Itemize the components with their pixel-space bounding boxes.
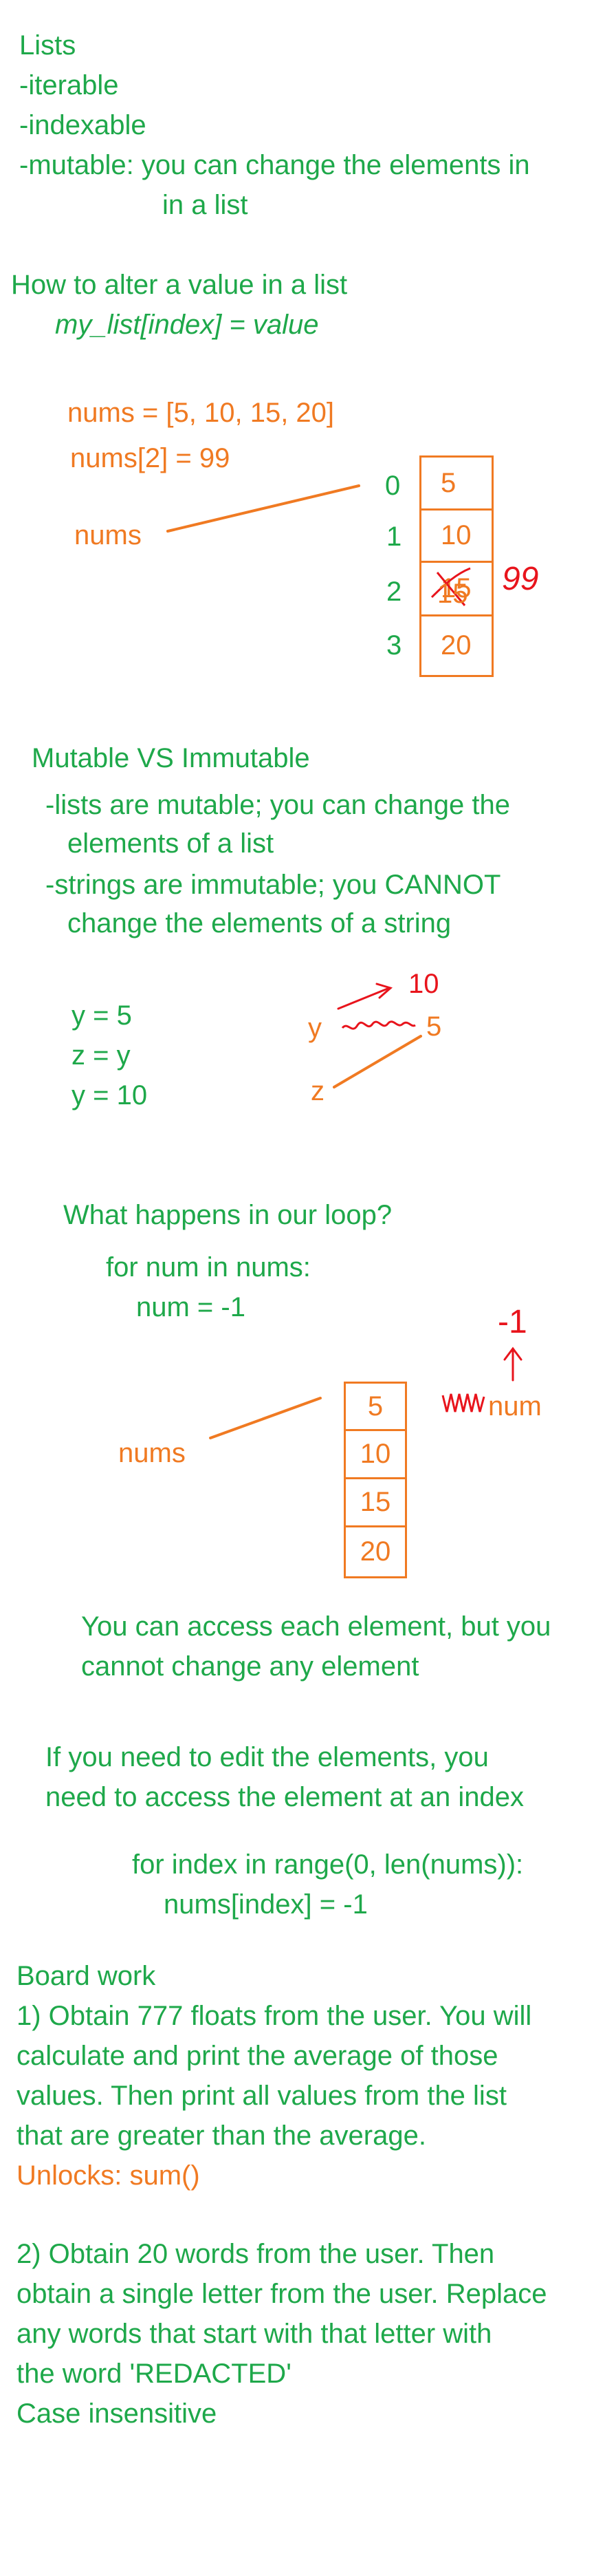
nums-pointer-line [166, 484, 360, 533]
loop-num-label: num [488, 1391, 542, 1421]
value-5-label: 5 [426, 1011, 442, 1042]
index-1: 1 [386, 522, 402, 552]
var-y-label: y [308, 1013, 322, 1043]
loop-cell-1: 10 [344, 1431, 407, 1479]
mutable-line1-cont: elements of a list [67, 828, 274, 859]
assign-line3: y = 10 [72, 1080, 148, 1110]
mutable-line2: -strings are immutable; you CANNOT [45, 870, 501, 900]
board-p1-line1: 1) Obtain 777 floats from the user. You … [16, 2001, 532, 2031]
loop-cell-0: 5 [344, 1382, 407, 1431]
alter-heading: How to alter a value in a list [11, 270, 348, 300]
access-line2: cannot change any element [81, 1651, 419, 1682]
board-p2-line4: the word 'REDACTED' [16, 2359, 292, 2389]
edit-line1: If you need to edit the elements, you [45, 1742, 489, 1772]
y-to-10-arrowhead [375, 983, 393, 999]
edit-code-line1: for index in range(0, len(nums)): [132, 1849, 524, 1880]
nums-variable-label: nums [74, 520, 142, 550]
alter-code-line1: nums = [5, 10, 15, 20] [67, 398, 335, 428]
index-0: 0 [385, 471, 401, 501]
assign-line2: z = y [72, 1040, 131, 1071]
board-p2-line5: Case insensitive [16, 2398, 217, 2429]
handwritten-neg1: -1 [498, 1304, 527, 1340]
mutable-heading: Mutable VS Immutable [32, 743, 310, 773]
mutable-line2-cont: change the elements of a string [67, 908, 452, 938]
bullet-indexable: -indexable [19, 110, 146, 140]
alter-code-line2: nums[2] = 99 [70, 443, 230, 473]
var-z-label: z [311, 1076, 324, 1106]
board-heading: Board work [16, 1961, 156, 1991]
assign-line1: y = 5 [72, 1000, 132, 1031]
bullet-iterable: -iterable [19, 70, 119, 100]
board-p2-line1: 2) Obtain 20 words from the user. Then [16, 2239, 495, 2269]
z-pointer-line [333, 1035, 422, 1088]
mutable-line1: -lists are mutable; you can change the [45, 790, 510, 820]
list-cell-3: 20 [419, 616, 494, 677]
board-p1-line2: calculate and print the average of those [16, 2041, 498, 2071]
index-3: 3 [386, 630, 402, 661]
loop-heading: What happens in our loop? [63, 1200, 393, 1230]
access-line1: You can access each element, but you [81, 1611, 551, 1642]
board-p1-line4: that are greater than the average. [16, 2121, 426, 2151]
bullet-mutable-cont: in a list [162, 190, 248, 220]
loop-cell-3: 20 [344, 1527, 407, 1578]
loop-code-line1: for num in nums: [106, 1252, 311, 1282]
num-to-neg1-arrowhead [503, 1346, 522, 1361]
handwritten-10: 10 [408, 969, 439, 999]
board-p1-line3: values. Then print all values from the l… [16, 2081, 507, 2111]
loop-cell-2: 15 [344, 1479, 407, 1527]
loop-code-line2: num = -1 [136, 1292, 245, 1322]
section-title-lists: Lists [19, 30, 76, 61]
list-cell-2: 15 [419, 563, 494, 616]
edit-code-line2: nums[index] = -1 [164, 1889, 368, 1920]
loop-nums-pointer-line [209, 1397, 322, 1439]
y-scribble [341, 1020, 416, 1030]
handwritten-99: 99 [502, 561, 539, 597]
list-cell-0: 5 [419, 455, 494, 511]
alter-syntax: my_list[index] = value [55, 310, 319, 340]
edit-line2: need to access the element at an index [45, 1782, 525, 1812]
board-p2-line2: obtain a single letter from the user. Re… [16, 2279, 547, 2309]
loop-nums-label: nums [118, 1438, 186, 1468]
index-2: 2 [386, 577, 402, 607]
num-scribble [441, 1393, 485, 1413]
y-to-10-arrow-line [337, 987, 390, 1010]
bullet-mutable: -mutable: you can change the elements in [19, 150, 530, 180]
list-cell-1: 10 [419, 511, 494, 563]
board-unlocks: Unlocks: sum() [16, 2160, 200, 2191]
board-p2-line3: any words that start with that letter wi… [16, 2319, 492, 2349]
